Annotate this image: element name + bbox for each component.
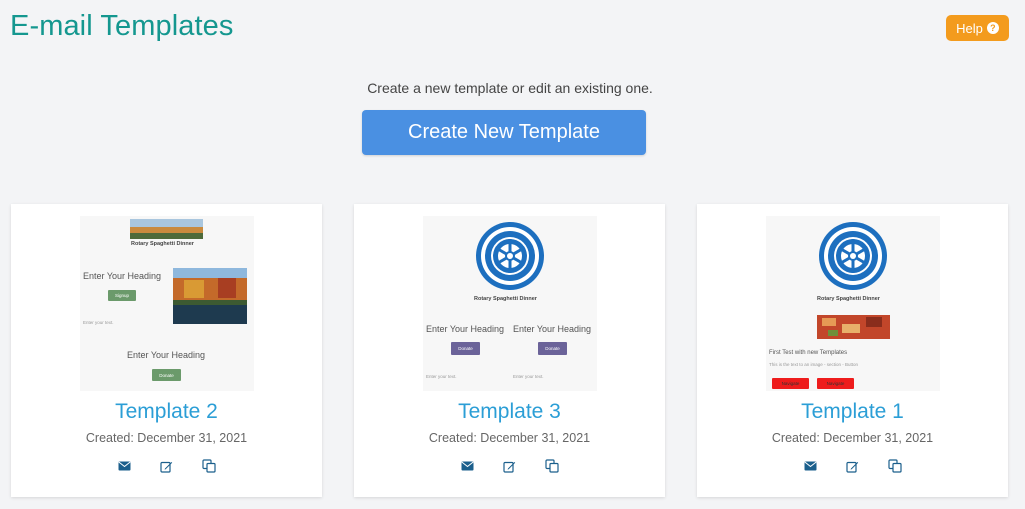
question-circle-icon: ? [986, 22, 999, 34]
copy-icon[interactable] [201, 459, 216, 473]
template-name[interactable]: Template 3 [354, 400, 665, 424]
preview-title: Rotary Spaghetti Dinner [817, 296, 880, 302]
preview-title: Rotary Spaghetti Dinner [474, 296, 537, 302]
preview-button: Donate [152, 369, 181, 381]
template-actions [11, 459, 322, 473]
preview-text: Enter your text. [513, 374, 544, 379]
preview-heading: Enter Your Heading [83, 271, 162, 281]
preview-button: Navigate [772, 378, 809, 389]
edit-icon[interactable] [503, 459, 517, 473]
preview-button: Donate [538, 342, 567, 355]
template-created-date: Created: December 31, 2021 [85, 431, 248, 445]
preview-text: This is the text to an image - section -… [769, 362, 859, 367]
preview-heading: First Test with new Templates [769, 350, 848, 356]
template-preview[interactable]: Rotary Spaghetti Dinner Enter Your Headi… [80, 216, 254, 391]
template-preview-graphic [423, 216, 597, 391]
preview-heading: Enter Your Heading [513, 324, 592, 334]
template-name[interactable]: Template 2 [11, 400, 322, 424]
page-title: E-mail Templates [10, 10, 234, 42]
template-preview[interactable]: Rotary Spaghetti Dinner First Test with … [766, 216, 940, 391]
preview-button: Signup [108, 290, 136, 301]
copy-icon[interactable] [544, 459, 559, 473]
template-preview[interactable]: Rotary Spaghetti Dinner Enter Your Headi… [423, 216, 597, 391]
preview-button: Donate [451, 342, 480, 355]
copy-icon[interactable] [887, 459, 902, 473]
rotary-logo-icon [819, 222, 887, 290]
template-card: Rotary Spaghetti Dinner Enter Your Headi… [11, 204, 322, 497]
template-name[interactable]: Template 1 [697, 400, 1008, 424]
create-new-template-button[interactable]: Create New Template [362, 110, 646, 155]
intro-subtitle-text: Create a new template or edit an existin… [367, 80, 653, 96]
help-button[interactable]: Help ? [946, 15, 1009, 41]
template-actions [697, 459, 1008, 473]
preview-heading: Enter Your Heading [127, 350, 206, 360]
template-created-date: Created: December 31, 2021 [771, 431, 934, 445]
template-created-date: Created: December 31, 2021 [428, 431, 591, 445]
template-card: Rotary Spaghetti Dinner First Test with … [697, 204, 1008, 497]
preview-title: Rotary Spaghetti Dinner [131, 241, 194, 247]
edit-icon[interactable] [160, 459, 174, 473]
email-icon[interactable] [804, 459, 818, 473]
template-card: Rotary Spaghetti Dinner Enter Your Headi… [354, 204, 665, 497]
preview-text: Enter your text. [426, 374, 457, 379]
email-icon[interactable] [461, 459, 475, 473]
help-label: Help [956, 20, 983, 36]
rotary-logo-icon [476, 222, 544, 290]
intro-subtitle: Create a new template or edit an existin… [0, 80, 1025, 96]
preview-button: Navigate [817, 378, 854, 389]
preview-heading: Enter Your Heading [426, 324, 505, 334]
email-icon[interactable] [118, 459, 132, 473]
edit-icon[interactable] [846, 459, 860, 473]
template-actions [354, 459, 665, 473]
preview-text: Enter your text. [83, 320, 114, 325]
